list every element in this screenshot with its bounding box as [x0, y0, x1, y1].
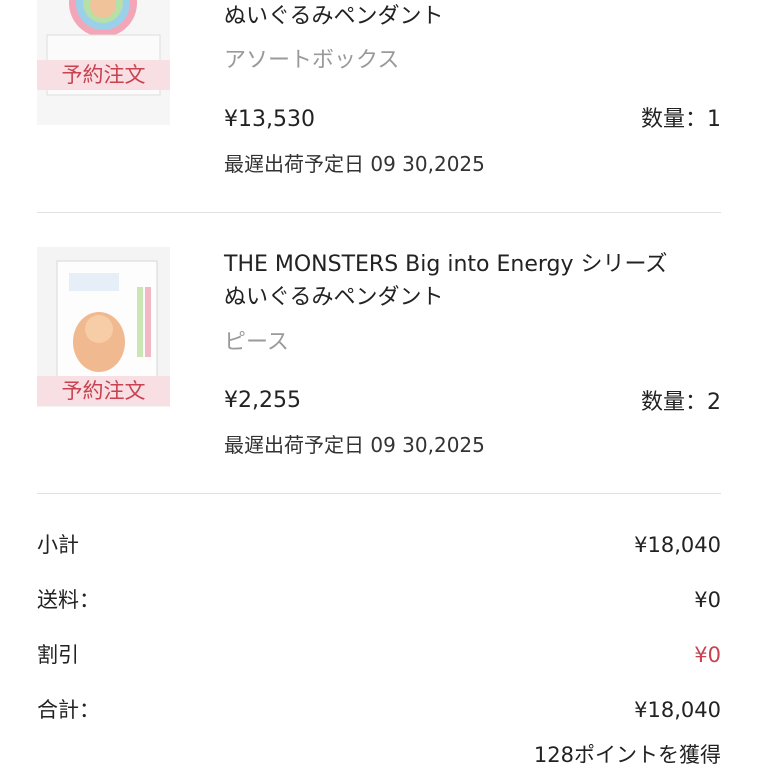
subtotal-row: 小計 ¥18,040	[37, 530, 721, 560]
subtotal-value: ¥18,040	[634, 533, 721, 557]
discount-label: 割引	[37, 643, 79, 667]
shipping-value: ¥0	[694, 588, 721, 612]
product-quantity: 数量：2	[641, 390, 721, 415]
discount-value: ¥0	[694, 643, 721, 667]
total-value: ¥18,040	[634, 698, 721, 722]
total-label: 合計：	[37, 698, 100, 722]
product-quantity: 数量：1	[641, 107, 721, 132]
product-title-line1[interactable]: THE MONSTERS Big into Energy シリーズ	[224, 249, 667, 280]
product-thumbnail[interactable]: 予約注文	[37, 247, 170, 407]
product-variant: アソートボックス	[224, 48, 400, 73]
ship-date: 最遅出荷予定日 09 30,2025	[224, 152, 485, 176]
product-price: ¥13,530	[224, 107, 315, 132]
discount-row: 割引 ¥0	[37, 640, 721, 670]
preorder-badge: 予約注文	[37, 60, 170, 90]
total-row: 合計： ¥18,040	[37, 695, 721, 725]
product-variant: ピース	[224, 330, 289, 355]
preorder-badge: 予約注文	[37, 376, 170, 406]
product-price: ¥2,255	[224, 388, 301, 413]
points-earned: 128ポイントを獲得	[533, 743, 721, 767]
shipping-row: 送料： ¥0	[37, 585, 721, 615]
product-title-line2[interactable]: ぬいぐるみペンダント	[224, 1, 444, 32]
ship-date: 最遅出荷予定日 09 30,2025	[224, 433, 485, 457]
divider	[37, 212, 721, 213]
divider	[37, 493, 721, 494]
product-thumbnail[interactable]: 予約注文	[37, 0, 170, 125]
shipping-label: 送料：	[37, 588, 100, 612]
product-title-line2[interactable]: ぬいぐるみペンダント	[224, 282, 444, 313]
subtotal-label: 小計	[37, 533, 79, 557]
